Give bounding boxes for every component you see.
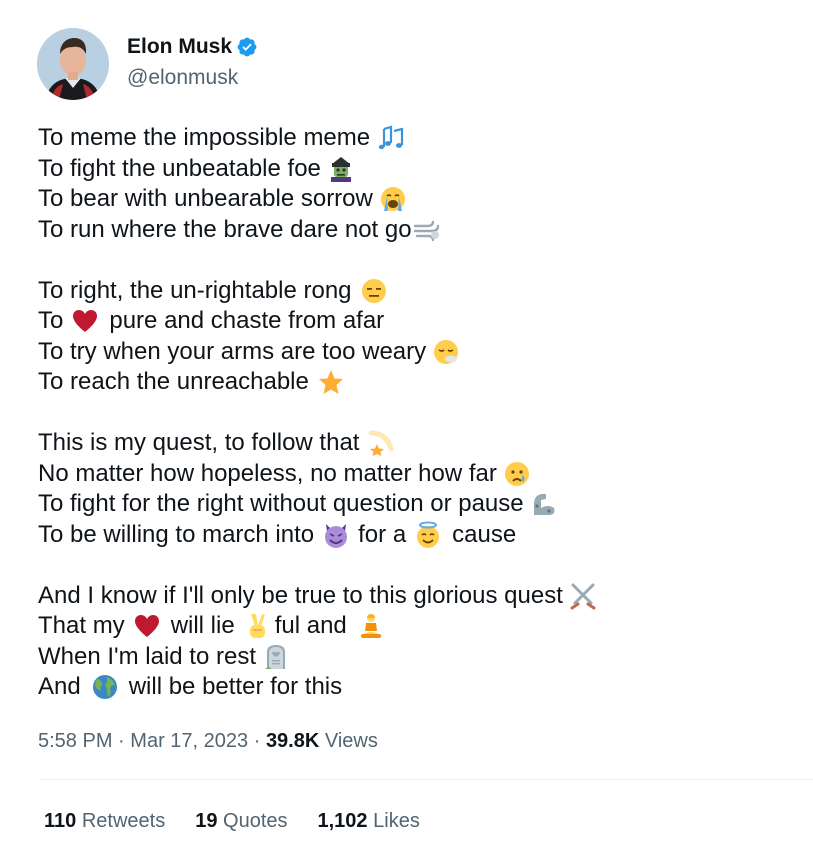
engagement-stats: 110 Retweets 19 Quotes 1,102 Likes bbox=[44, 807, 450, 835]
stanza-3: This is my quest, to follow that No matt… bbox=[38, 428, 798, 550]
line-text: And I know if I'll only be true to this … bbox=[38, 581, 563, 609]
tweet-line: To fight the unbeatable foe bbox=[38, 154, 798, 185]
line-text: To reach the unreachable bbox=[38, 368, 309, 395]
line-text-mid: will lie bbox=[170, 612, 235, 639]
zombie-icon bbox=[327, 155, 355, 183]
retweets-count: 110 bbox=[44, 810, 77, 832]
verified-badge-icon[interactable] bbox=[236, 36, 258, 58]
retweets-stat[interactable]: 110 Retweets bbox=[44, 807, 165, 835]
tweet-line: To meme the impossible meme bbox=[38, 123, 798, 154]
handle[interactable]: @elonmusk bbox=[127, 64, 258, 92]
tweet-line: To run where the brave dare not go bbox=[38, 215, 798, 246]
meta-separator: · bbox=[118, 730, 125, 752]
display-name[interactable]: Elon Musk bbox=[127, 33, 232, 61]
mechanical-arm-icon bbox=[530, 490, 558, 518]
views-count: 39.8K bbox=[265, 730, 320, 752]
line-text: To right, the un-rightable rong bbox=[38, 276, 352, 304]
tweet-time[interactable]: 5:58 PM bbox=[38, 730, 112, 752]
tweet-line: And will be better for this bbox=[38, 672, 798, 703]
star-icon bbox=[317, 368, 345, 396]
tweet: Elon Musk @elonmusk To meme the impossib… bbox=[0, 0, 813, 857]
tweet-line: To fight for the right without question … bbox=[38, 489, 798, 520]
line-text-mid: for a bbox=[358, 520, 407, 548]
tweet-line: To right, the un-rightable rong bbox=[38, 276, 798, 307]
face-exhaling-icon bbox=[432, 338, 460, 366]
line-text-pre: To be willing to march into bbox=[38, 520, 315, 548]
line-text: To bear with unbearable sorrow bbox=[38, 185, 373, 212]
avatar[interactable] bbox=[37, 28, 109, 100]
smiling-devil-icon bbox=[322, 521, 350, 549]
victory-hand-icon bbox=[243, 612, 271, 640]
tweet-line: To bear with unbearable sorrow bbox=[38, 184, 798, 215]
stanza-1: To meme the impossible meme To fight the… bbox=[38, 123, 798, 245]
likes-label: Likes bbox=[373, 810, 420, 832]
crying-face-icon bbox=[503, 460, 531, 488]
dashing-away-icon bbox=[412, 216, 440, 244]
crossed-swords-icon bbox=[569, 582, 597, 610]
tweet-line: To be willing to march into for a cause bbox=[38, 520, 798, 551]
shooting-star-icon bbox=[367, 429, 395, 457]
author-names: Elon Musk @elonmusk bbox=[127, 28, 258, 92]
tweet-line: To pure and chaste from afar bbox=[38, 306, 798, 337]
line-text-post: pure and chaste from afar bbox=[109, 307, 385, 334]
tweet-line: And I know if I'll only be true to this … bbox=[38, 581, 798, 612]
divider bbox=[38, 779, 813, 780]
name-row: Elon Musk bbox=[127, 33, 258, 61]
tweet-line: No matter how hopeless, no matter how fa… bbox=[38, 459, 798, 490]
tweet-line: This is my quest, to follow that bbox=[38, 428, 798, 459]
views-label: Views bbox=[324, 730, 378, 752]
loudly-crying-face-icon bbox=[379, 185, 407, 213]
line-text-pre: That my bbox=[38, 612, 125, 639]
tweet-metadata: 5:58 PM · Mar 17, 2023 · 39.8K Views bbox=[38, 727, 378, 755]
music-notes-icon bbox=[378, 124, 406, 152]
expressionless-face-icon bbox=[360, 277, 388, 305]
likes-count: 1,102 bbox=[317, 810, 368, 832]
halo-face-icon bbox=[414, 521, 442, 549]
headstone-icon bbox=[262, 643, 290, 671]
line-text: No matter how hopeless, no matter how fa… bbox=[38, 459, 497, 487]
person-in-lotus-icon bbox=[357, 612, 385, 640]
line-text: To meme the impossible meme bbox=[38, 124, 371, 151]
line-text: This is my quest, to follow that bbox=[38, 429, 360, 456]
tweet-line: When I'm laid to rest bbox=[38, 642, 798, 673]
red-heart-icon bbox=[71, 307, 99, 335]
quotes-stat[interactable]: 19 Quotes bbox=[195, 807, 287, 835]
meta-separator: · bbox=[253, 730, 261, 752]
quotes-count: 19 bbox=[195, 810, 218, 832]
tweet-date[interactable]: Mar 17, 2023 bbox=[130, 730, 248, 752]
retweets-label: Retweets bbox=[81, 810, 166, 832]
tweet-line: To try when your arms are too weary bbox=[38, 337, 798, 368]
line-text-pre: And bbox=[38, 673, 81, 700]
tweet-line: To reach the unreachable bbox=[38, 367, 798, 398]
stanza-4: And I know if I'll only be true to this … bbox=[38, 581, 798, 703]
globe-icon bbox=[91, 673, 119, 701]
tweet-line: That my will lie ful and bbox=[38, 611, 798, 642]
tweet-text: To meme the impossible meme To fight the… bbox=[38, 123, 798, 703]
tweet-header: Elon Musk @elonmusk bbox=[37, 28, 258, 100]
quotes-label: Quotes bbox=[223, 810, 288, 832]
line-text: When I'm laid to rest bbox=[38, 642, 256, 670]
likes-stat[interactable]: 1,102 Likes bbox=[318, 807, 420, 835]
line-text-mid2: ful and bbox=[274, 612, 347, 639]
line-text: To fight for the right without question … bbox=[38, 490, 524, 517]
line-text: To try when your arms are too weary bbox=[38, 337, 427, 365]
line-text: To fight the unbeatable foe bbox=[38, 154, 321, 182]
line-text-post: will be better for this bbox=[128, 673, 343, 700]
line-text-pre: To bbox=[38, 307, 64, 334]
line-text: To run where the brave dare not go bbox=[38, 215, 412, 243]
red-heart-icon bbox=[133, 612, 161, 640]
line-text-post: cause bbox=[452, 520, 517, 548]
stanza-2: To right, the un-rightable rong To pure … bbox=[38, 276, 798, 398]
